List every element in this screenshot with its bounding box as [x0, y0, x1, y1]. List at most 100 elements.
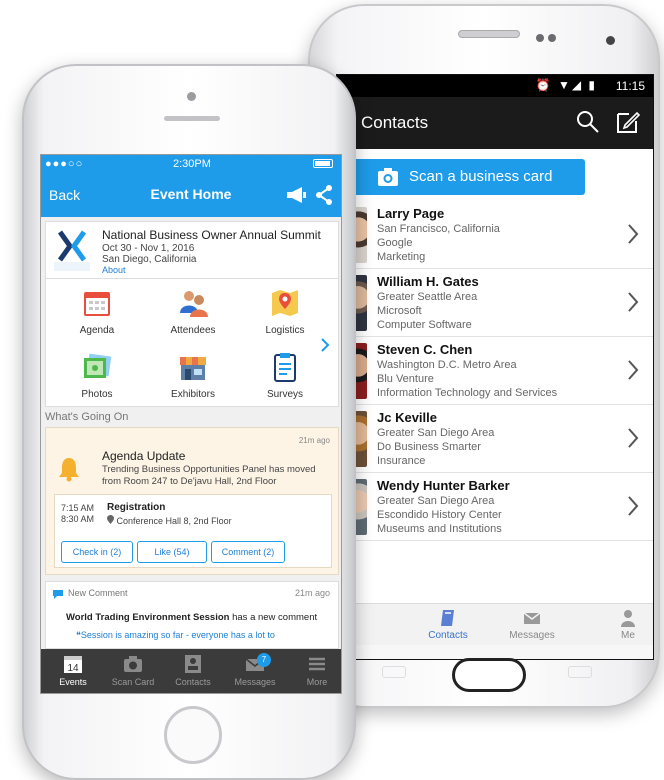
event-home-screen: ●●●○○ 2:30PM Back Event Home National Bu…: [40, 154, 342, 694]
home-button[interactable]: [452, 658, 526, 692]
grid-item-exhibitors[interactable]: Exhibitors: [158, 351, 228, 400]
session-location: Conference Hall 8, 2nd Floor: [107, 515, 232, 526]
grid-item-logistics[interactable]: Logistics: [250, 287, 320, 336]
grid-label: Logistics: [265, 325, 305, 336]
envelope-icon: [523, 612, 541, 624]
event-dates: Oct 30 - Nov 1, 2016: [102, 243, 195, 254]
map-pin-icon: [272, 290, 298, 316]
grid-item-photos[interactable]: Photos: [62, 351, 132, 400]
tab-label: Contacts: [175, 677, 211, 687]
attendees-icon: [180, 291, 208, 317]
contact-name: Wendy Hunter Barker: [377, 478, 510, 493]
check-in-button[interactable]: Check in (2): [61, 541, 133, 563]
comment-text: World Trading Environment Session has a …: [66, 612, 317, 623]
contact-company: Blu Venture: [377, 373, 434, 385]
contact-name: Jc Keville: [377, 410, 437, 425]
contact-location: Greater San Diego Area: [377, 495, 495, 507]
comment-bubble-icon: [53, 590, 63, 599]
grid-item-surveys[interactable]: Surveys: [250, 351, 320, 400]
tab-events[interactable]: 14 Events: [45, 653, 101, 687]
tab-label: More: [306, 677, 328, 687]
like-button[interactable]: Like (54): [137, 541, 207, 563]
contact-row[interactable]: Steven C. Chen Washington D.C. Metro Are…: [337, 337, 653, 405]
tab-messages[interactable]: 7 Messages: [227, 653, 283, 687]
photos-icon: [84, 353, 112, 378]
event-location: San Diego, California: [102, 254, 197, 265]
contact-name: William H. Gates: [377, 274, 479, 289]
tab-more[interactable]: More: [289, 653, 341, 687]
tab-label: Events: [59, 677, 87, 687]
status-icons: ⏰ ▼◢ ▮: [535, 78, 597, 92]
tab-day: 14: [67, 663, 79, 674]
comment-button[interactable]: Comment (2): [211, 541, 285, 563]
bell-icon: [59, 458, 79, 482]
about-link[interactable]: About: [102, 265, 126, 275]
session-end: 8:30 AM: [61, 514, 95, 524]
bottom-tab-bar: vents Contacts Messages Me: [337, 603, 653, 645]
chevron-right-icon: [628, 496, 639, 516]
chevron-right-icon: [628, 428, 639, 448]
comment-suffix: has a new comment: [229, 612, 318, 623]
android-phone: ⏰ ▼◢ ▮ 11:15 Contacts Scan a business ca: [308, 4, 660, 708]
session-title: Registration: [107, 502, 166, 513]
contact-list: Larry Page San Francisco, California Goo…: [337, 201, 653, 541]
home-button[interactable]: [164, 706, 222, 764]
compose-icon[interactable]: [615, 109, 641, 135]
scan-button-label: Scan a business card: [409, 168, 553, 185]
comment-session: World Trading Environment Session: [66, 612, 230, 623]
tab-label: Scan Card: [111, 677, 155, 687]
agenda-update-card: 21m ago Agenda Update Trending Business …: [45, 427, 339, 575]
event-summary-card: National Business Owner Annual Summit Oc…: [45, 221, 339, 279]
contact-industry: Museums and Institutions: [377, 523, 502, 535]
grid-item-attendees[interactable]: Attendees: [158, 287, 228, 336]
sensor-dot: [548, 34, 556, 42]
tab-scan-card[interactable]: Scan Card: [105, 653, 161, 687]
chevron-right-icon[interactable]: [320, 337, 330, 353]
grid-label: Attendees: [170, 325, 216, 336]
battery-icon: [313, 159, 333, 168]
share-icon[interactable]: [315, 184, 333, 206]
status-time: 2:30PM: [173, 158, 211, 170]
status-bar: ⏰ ▼◢ ▮ 11:15: [337, 75, 653, 97]
front-camera: [606, 36, 615, 45]
contact-name: Steven C. Chen: [377, 342, 473, 357]
megaphone-icon[interactable]: [285, 185, 307, 205]
signal-dots: ●●●○○: [45, 158, 84, 170]
location-pin-icon: [107, 515, 114, 524]
contact-row[interactable]: Larry Page San Francisco, California Goo…: [337, 201, 653, 269]
event-logo: [54, 230, 90, 271]
contact-row[interactable]: William H. Gates Greater Seattle Area Mi…: [337, 269, 653, 337]
contact-row[interactable]: Jc Keville Greater San Diego Area Do Bus…: [337, 405, 653, 473]
contact-row[interactable]: Wendy Hunter Barker Greater San Diego Ar…: [337, 473, 653, 541]
update-title: Agenda Update: [102, 449, 186, 463]
contact-company: Escondido History Center: [377, 509, 502, 521]
section-title: What's Going On: [45, 411, 129, 423]
grid-item-agenda[interactable]: Agenda: [62, 287, 132, 336]
contact-industry: Insurance: [377, 455, 426, 467]
session-start: 7:15 AM: [61, 503, 95, 513]
tab-label: Messages: [234, 677, 276, 687]
contact-name: Larry Page: [377, 206, 445, 221]
back-key[interactable]: [568, 666, 592, 678]
chevron-right-icon: [628, 360, 639, 380]
tab-contacts[interactable]: Contacts: [413, 608, 483, 641]
clipboard-icon: [274, 353, 296, 382]
tab-messages[interactable]: Messages: [497, 608, 567, 641]
comment-quote: ❝Session is amazing so far - everyone ha…: [76, 630, 275, 640]
status-bar: ●●●○○ 2:30PM: [41, 155, 341, 173]
tab-me[interactable]: Me: [593, 608, 653, 641]
new-comment-card[interactable]: New Comment 21m ago World Trading Enviro…: [45, 581, 339, 649]
front-camera: [187, 92, 196, 101]
messages-badge: 7: [257, 653, 271, 667]
scan-business-card-button[interactable]: Scan a business card: [353, 159, 585, 195]
recent-apps-key[interactable]: [382, 666, 406, 678]
tab-label: Me: [621, 630, 635, 641]
contact-company: Microsoft: [377, 305, 422, 317]
tab-contacts[interactable]: Contacts: [165, 653, 221, 687]
calendar-icon: 14: [64, 656, 82, 674]
bottom-tab-bar: 14 Events Scan Card Contacts 7 Messages …: [41, 649, 341, 693]
contact-industry: Information Technology and Services: [377, 387, 558, 399]
comment-header: New Comment: [68, 588, 128, 598]
timestamp: 21m ago: [294, 588, 330, 598]
search-icon[interactable]: [575, 109, 601, 135]
